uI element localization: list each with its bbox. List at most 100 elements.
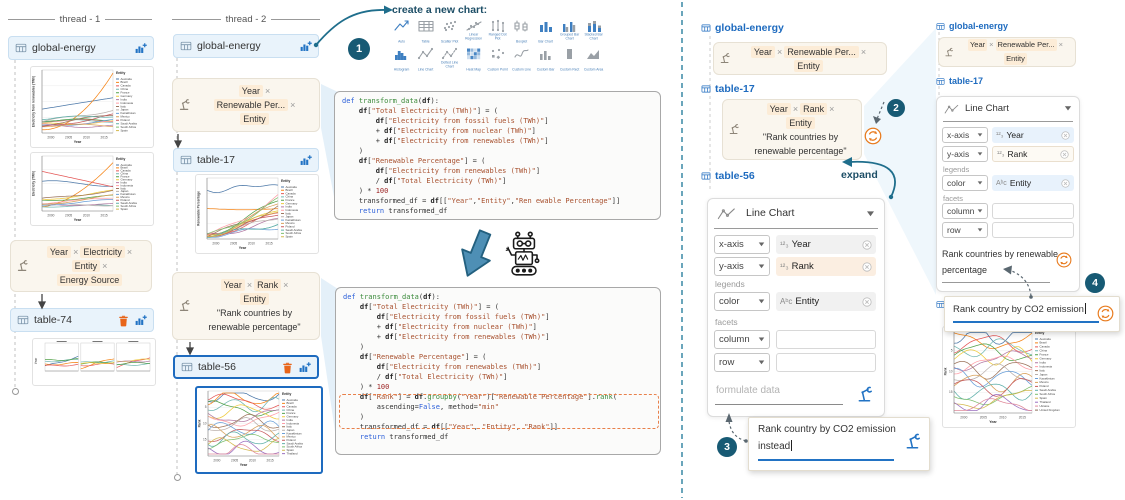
clear-field-icon[interactable] [862,297,872,307]
formulate-popup-right[interactable]: Rank country by CO2 emission [944,296,1120,332]
remove-chip-icon[interactable]: × [102,260,107,272]
add-chart-icon[interactable] [299,40,312,53]
remove-chip-icon[interactable]: × [793,103,798,115]
chart-type-dotted-line-chart[interactable]: Dotted Line Chart [438,47,462,75]
x-axis-field[interactable]: ¹²₃ Year [776,235,876,254]
chart-thumbnail[interactable]: 2000200520102015YearRenewable Percentage… [195,174,319,254]
remove-chip-icon[interactable]: × [73,246,78,258]
color-field[interactable]: Aᵇc Entity [992,175,1074,191]
tree-header-global-energy[interactable]: global-energy [936,21,1008,31]
chart-type-table[interactable]: Table [414,19,438,47]
delete-icon[interactable] [118,314,129,327]
transform-card-mid-b[interactable]: Year×Rank×Entity"Rank countries byrenewa… [722,99,862,160]
transform-card-t1[interactable]: Year×Electricity×Entity×Energy Source [10,240,152,292]
refresh-icon[interactable] [864,127,882,145]
field-chip[interactable]: Entity [786,117,815,129]
chart-type-custom-point[interactable]: Custom Point [486,47,510,75]
field-chip[interactable]: Entity [794,60,823,72]
remove-chip-icon[interactable]: × [829,103,834,115]
chevron-down-icon[interactable] [1064,106,1072,111]
remove-chip-icon[interactable]: × [777,46,782,58]
y-axis-field[interactable]: ¹²₃ Rank [776,257,876,276]
field-chip[interactable]: Year [221,279,245,291]
chart-type-custom-line[interactable]: Custom Line [510,47,534,75]
formulate-data-value[interactable]: percentage [942,265,987,275]
formulate-data-input[interactable]: formulate data [716,385,780,396]
column-select[interactable]: column [714,330,770,349]
chart-type-auto[interactable]: Auto [390,19,414,47]
code-editor-v2[interactable]: def transform_data(df): df["Total Electr… [335,287,661,455]
y-axis-field[interactable]: ¹²₃ Rank [992,146,1074,162]
dataset-card-global-energy-t1[interactable]: global-energy [8,36,154,60]
y-axis-select[interactable]: y-axis [942,146,988,162]
remove-chip-icon[interactable]: × [989,39,993,51]
column-field-empty[interactable] [992,203,1074,219]
field-chip[interactable]: Year [239,85,263,97]
tree-header-table-17[interactable]: table-17 [701,83,755,95]
row-select[interactable]: row [942,222,988,238]
chart-thumbnail-selected[interactable]: 200020052010201551015YearRankEntityAustr… [195,386,323,474]
transform-card-t2a[interactable]: Year×Renewable Per...×Entity [172,78,320,132]
field-chip[interactable]: Year [767,103,791,115]
chart-type-linear-regression[interactable]: Linear Regression [462,19,486,47]
chart-thumbnail-rank[interactable]: 200020052010201551015YearRankEntityAustr… [942,326,1076,428]
field-chip[interactable]: Entity [1004,53,1027,65]
y-axis-select[interactable]: y-axis [714,257,770,276]
field-chip[interactable]: Entity [240,113,269,125]
chart-type-ranged-dot-plot[interactable]: Ranged Dot Plot [486,19,510,47]
chart-thumbnail[interactable]: Year [32,338,156,386]
remove-chip-icon[interactable]: × [127,246,132,258]
x-axis-select[interactable]: x-axis [714,235,770,254]
chart-type-scatter-plot[interactable]: Scatter Plot [438,19,462,47]
chart-type-histogram[interactable]: Histogram [390,47,414,75]
delete-icon[interactable] [282,361,293,374]
field-chip[interactable]: Energy Source [57,274,123,286]
remove-chip-icon[interactable]: × [290,99,295,111]
table-card-table-17[interactable]: table-17 [173,148,319,172]
formulate-data-value[interactable]: Rank countries by renewable [942,249,1058,259]
table-card-table-56[interactable]: table-56 [173,355,319,379]
add-chart-icon[interactable] [134,42,147,55]
row-field-empty[interactable] [776,353,876,372]
remove-chip-icon[interactable]: × [861,46,866,58]
column-field-empty[interactable] [776,330,876,349]
add-chart-icon[interactable] [134,314,147,327]
field-chip[interactable]: Rank [254,279,281,291]
field-chip[interactable]: Renewable Per... [996,39,1057,51]
chart-type-heat-map[interactable]: Heat Map [462,47,486,75]
clear-field-icon[interactable] [862,240,872,250]
chart-type-custom-area[interactable]: Custom Area [582,47,606,75]
color-select[interactable]: color [942,175,988,191]
tree-header-table-56[interactable]: table-56 [701,170,755,182]
chart-type-bar-chart[interactable]: Bar Chart [534,19,558,47]
formulate-popup-thread[interactable]: Rank country by CO2 emission instead [748,417,930,471]
chart-type-line-chart[interactable]: Line Chart [414,47,438,75]
remove-chip-icon[interactable]: × [247,279,252,291]
row-select[interactable]: row [714,353,770,372]
field-chip[interactable]: Year [751,46,775,58]
tree-header-global-energy[interactable]: global-energy [701,22,784,34]
refresh-icon[interactable] [1056,252,1072,268]
add-chart-icon[interactable] [299,154,312,167]
code-editor-v1[interactable]: def transform_data(df): df["Total Electr… [334,91,661,220]
chart-type-grouped-bar-chart[interactable]: Grouped Bar Chart [558,19,582,47]
field-chip[interactable]: Entity [240,293,269,305]
remove-chip-icon[interactable]: × [283,279,288,291]
transform-card-t2b[interactable]: Year×Rank×Entity"Rank countries byrenewa… [172,272,320,340]
field-chip[interactable]: Electricity [80,246,125,258]
x-axis-select[interactable]: x-axis [942,127,988,143]
popup-input[interactable]: Rank country by CO2 emission [953,303,1086,315]
transform-card-right[interactable]: Year×Renewable Per...×Entity [938,37,1076,67]
chart-thumbnail[interactable]: 2000200520102015YearElectricity from ren… [30,66,154,148]
chart-type-custom-rect[interactable]: Custom Rect [558,47,582,75]
column-select[interactable]: column [942,203,988,219]
tree-header-table-17[interactable]: table-17 [936,76,983,86]
chart-type-custom-bar[interactable]: Custom Bar [534,47,558,75]
popup-input-line2[interactable]: instead [758,440,792,452]
field-chip[interactable]: Year [47,246,71,258]
transform-card-mid-a[interactable]: Year×Renewable Per...×Entity [713,42,887,75]
row-field-empty[interactable] [992,222,1074,238]
field-chip[interactable]: Entity [72,260,101,272]
clear-field-icon[interactable] [1061,131,1070,140]
chart-type-stacked-bar-chart[interactable]: Stacked Bar Chart [582,19,606,47]
